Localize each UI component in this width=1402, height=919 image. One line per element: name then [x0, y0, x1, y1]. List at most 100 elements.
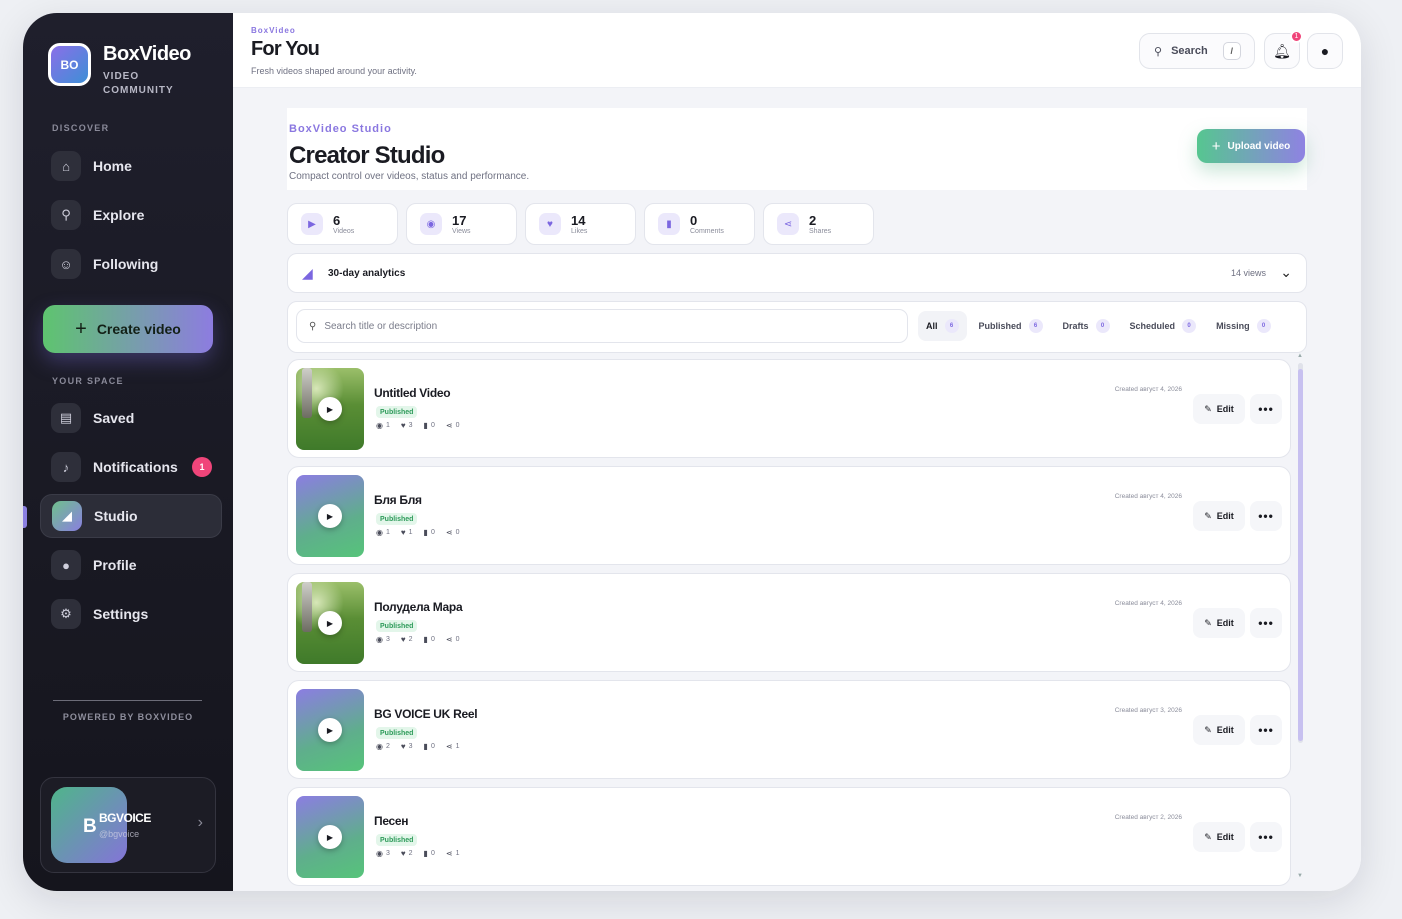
chevron-right-icon: › — [197, 814, 203, 831]
video-thumbnail[interactable]: ▶ — [296, 475, 364, 557]
brand-title: BoxVideo — [103, 43, 191, 65]
tab-drafts[interactable]: Drafts 0 — [1055, 311, 1118, 341]
video-title: Песен — [374, 814, 409, 828]
chart-icon: ◢ — [52, 501, 82, 531]
more-options-button[interactable]: ••• — [1250, 501, 1282, 531]
shares-count: 0 — [455, 636, 460, 643]
video-card[interactable]: ▶ BG VOICE UK Reel Published ◉ 2 ♥ 3 ▮ 0 ⋖ 1… — [287, 680, 1291, 779]
video-search-input[interactable]: ⚲ Search title or description — [296, 309, 908, 343]
video-list-scrollbar[interactable] — [1298, 363, 1303, 743]
scroll-down-arrow[interactable]: ▼ — [1297, 873, 1303, 879]
play-icon[interactable]: ▶ — [318, 718, 342, 742]
comments-metric: ▮ 0 — [424, 635, 435, 644]
home-icon: ⌂ — [51, 151, 81, 181]
edit-label: Edit — [1216, 725, 1234, 735]
edit-button[interactable]: ✎ Edit — [1193, 715, 1245, 745]
comments-count: 0 — [430, 529, 435, 536]
tab-count: 0 — [1256, 319, 1271, 333]
video-metrics: ◉ 1 ♥ 3 ▮ 0 ⋖ 0 — [376, 421, 459, 430]
discover-label: DISCOVER — [52, 123, 110, 133]
edit-button[interactable]: ✎ Edit — [1193, 394, 1245, 424]
analytics-panel-toggle[interactable]: ◢ 30-day analytics 14 views ⌄ — [287, 253, 1307, 293]
scroll-up-arrow[interactable]: ▲ — [1297, 353, 1303, 359]
page-subtitle: Fresh videos shaped around your activity… — [251, 66, 417, 76]
tab-published[interactable]: Published 6 — [971, 311, 1051, 341]
tab-all[interactable]: All 6 — [918, 311, 967, 341]
share-icon: ⋖ — [445, 742, 453, 751]
search-button[interactable]: ⚲ Search / — [1139, 33, 1255, 69]
create-video-button[interactable]: + Create video — [43, 305, 213, 353]
play-icon[interactable]: ▶ — [318, 825, 342, 849]
created-date: Created август 4, 2026 — [1114, 600, 1182, 607]
brand-subtitle-line1: VIDEO — [103, 71, 140, 82]
play-icon[interactable]: ▶ — [318, 504, 342, 528]
upload-video-label: Upload video — [1227, 140, 1291, 152]
stat-label: Videos — [333, 227, 355, 235]
user-card[interactable]: B BGVOICE @bgvoice › — [40, 777, 216, 873]
bookmark-icon: ▤ — [51, 403, 81, 433]
breadcrumb: BoxVideo — [251, 26, 296, 35]
video-search-placeholder: Search title or description — [324, 320, 438, 332]
theme-toggle-button[interactable]: ● — [1307, 33, 1343, 69]
comment-icon: ▮ — [658, 213, 680, 235]
video-thumbnail[interactable]: ▶ — [296, 796, 364, 878]
likes-metric: ♥ 2 — [401, 849, 413, 858]
video-thumbnail[interactable]: ▶ — [296, 368, 364, 450]
search-icon: ⚲ — [309, 320, 317, 332]
stat-views: ◉ 17 Views — [406, 203, 517, 245]
play-icon[interactable]: ▶ — [318, 397, 342, 421]
brand-logo: BO — [48, 43, 91, 86]
more-options-button[interactable]: ••• — [1250, 715, 1282, 745]
stat-value: 17 — [452, 212, 467, 228]
sidebar-item-notifications[interactable]: ♪ Notifications 1 — [40, 445, 222, 489]
play-icon[interactable]: ▶ — [318, 611, 342, 635]
sidebar-item-saved[interactable]: ▤ Saved — [40, 396, 222, 440]
tab-label: Drafts — [1062, 321, 1089, 331]
video-card[interactable]: ▶ Полудела Мара Published ◉ 3 ♥ 2 ▮ 0 ⋖ 0 Cr… — [287, 573, 1291, 672]
tab-count: 0 — [1182, 319, 1197, 333]
shares-count: 0 — [455, 529, 460, 536]
sidebar-item-settings[interactable]: ⚙ Settings — [40, 592, 222, 636]
tab-scheduled[interactable]: Scheduled 0 — [1122, 311, 1205, 341]
sidebar-item-profile[interactable]: ● Profile — [40, 543, 222, 587]
edit-button[interactable]: ✎ Edit — [1193, 608, 1245, 638]
comment-icon: ▮ — [423, 742, 428, 751]
video-card[interactable]: ▶ Untitled Video Published ◉ 1 ♥ 3 ▮ 0 ⋖ 0 C… — [287, 359, 1291, 458]
likes-count: 3 — [408, 743, 413, 750]
more-options-button[interactable]: ••• — [1250, 608, 1282, 638]
video-card[interactable]: ▶ Бля Бля Published ◉ 1 ♥ 1 ▮ 0 ⋖ 0 Created … — [287, 466, 1291, 565]
tab-label: Published — [978, 321, 1022, 331]
upload-video-button[interactable]: + Upload video — [1197, 129, 1305, 163]
share-icon: ⋖ — [445, 528, 453, 537]
status-tabs: All 6 Published 6 Drafts 0 Scheduled 0 Missi… — [918, 311, 1279, 341]
pencil-icon: ✎ — [1204, 510, 1212, 521]
brand[interactable]: BO BoxVideo VIDEO COMMUNITY — [48, 43, 191, 98]
notification-badge: 1 — [192, 457, 212, 477]
plus-icon: + — [75, 317, 87, 340]
likes-count: 3 — [408, 422, 413, 429]
more-icon: ••• — [1258, 509, 1274, 523]
status-badge: Published — [376, 406, 418, 418]
edit-button[interactable]: ✎ Edit — [1193, 822, 1245, 852]
sidebar-item-label: Home — [93, 158, 132, 174]
eye-icon: ◉ — [376, 849, 383, 858]
video-card[interactable]: ▶ Песен Published ◉ 3 ♥ 2 ▮ 0 ⋖ 1 Created ав… — [287, 787, 1291, 886]
more-options-button[interactable]: ••• — [1250, 822, 1282, 852]
edit-label: Edit — [1216, 404, 1234, 414]
sidebar-item-explore[interactable]: ⚲ Explore — [40, 193, 222, 237]
sidebar-item-following[interactable]: ☺ Following — [40, 242, 222, 286]
pencil-icon: ✎ — [1204, 617, 1212, 628]
video-title: Полудела Мара — [374, 600, 463, 614]
stat-comments: ▮ 0 Comments — [644, 203, 755, 245]
edit-button[interactable]: ✎ Edit — [1193, 501, 1245, 531]
stat-shares: ⋖ 2 Shares — [763, 203, 874, 245]
user-icon: ● — [51, 550, 81, 580]
more-options-button[interactable]: ••• — [1250, 394, 1282, 424]
scrollbar-thumb[interactable] — [1298, 369, 1303, 741]
video-thumbnail[interactable]: ▶ — [296, 689, 364, 771]
notifications-button[interactable]: 🔔︎ 1 — [1264, 30, 1303, 69]
video-thumbnail[interactable]: ▶ — [296, 582, 364, 664]
sidebar-item-home[interactable]: ⌂ Home — [40, 144, 222, 188]
sidebar-item-studio[interactable]: ◢ Studio — [40, 494, 222, 538]
tab-missing[interactable]: Missing 0 — [1208, 311, 1279, 341]
